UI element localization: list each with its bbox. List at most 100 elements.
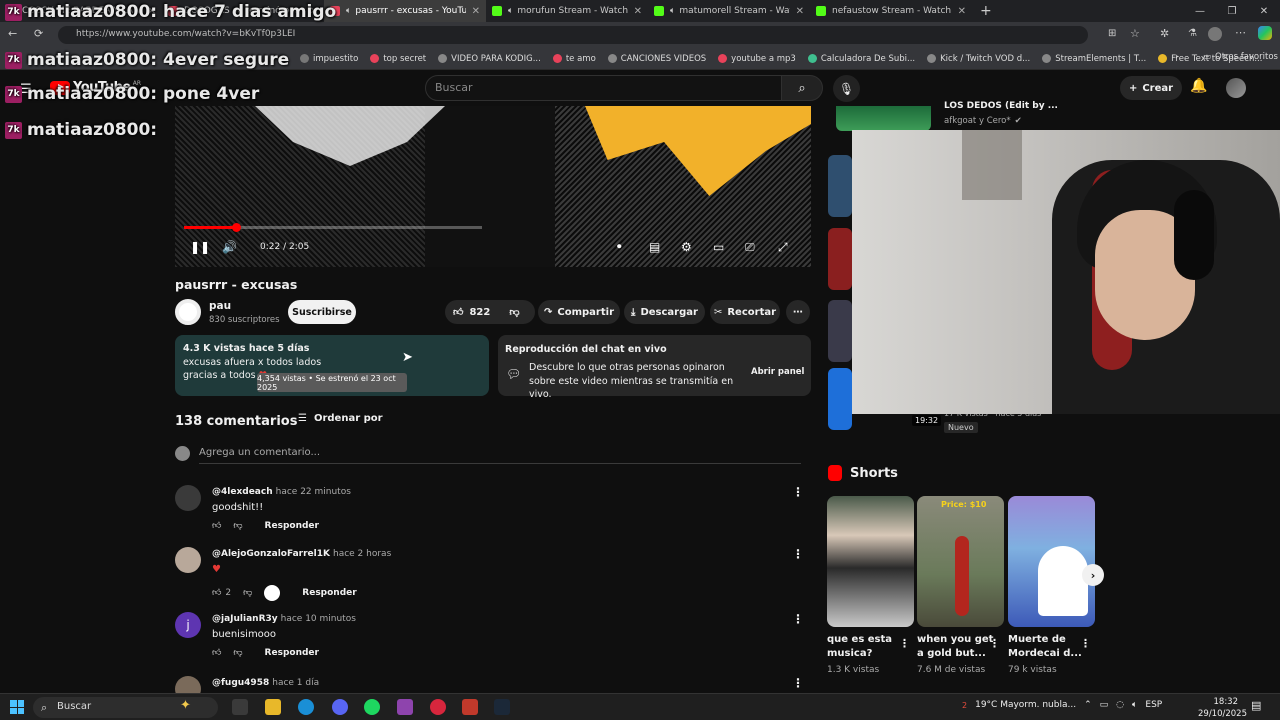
channel-name[interactable]: pau (209, 300, 231, 312)
add-comment-input[interactable]: Agrega un comentario... (199, 447, 320, 458)
comment-author[interactable]: @4lexdeach (212, 487, 273, 497)
browser-tab[interactable]: 🔈︎ matumorell Stream - Watch ✕ (648, 0, 810, 22)
short-thumbnail-2[interactable]: Price: $10 (917, 496, 1004, 627)
reload-icon[interactable]: ⟳ (34, 27, 43, 40)
bookmark-item[interactable]: Calculadora De Subi... (807, 54, 915, 64)
comment-menu-icon[interactable]: ⋮ (792, 547, 804, 561)
bookmark-item[interactable]: CANCIONES VIDEOS (607, 54, 706, 64)
copilot-icon[interactable] (1258, 26, 1272, 40)
short-title[interactable]: Muerte de Mordecai d... (1008, 633, 1082, 661)
comment-like-icon[interactable]: 👍︎ (212, 588, 221, 598)
extensions-icon[interactable]: ✲ (1160, 27, 1169, 40)
capcut-icon[interactable] (397, 699, 413, 715)
settings-gear-icon[interactable]: ⚙ (681, 240, 692, 254)
short-menu-icon[interactable]: ⋮ (899, 637, 910, 650)
bookmark-item[interactable]: impuestito (300, 54, 358, 64)
obs-icon[interactable] (430, 699, 446, 715)
minimize-icon[interactable]: — (1184, 6, 1216, 17)
weather-text[interactable]: 19°C Mayorm. nubla... (975, 700, 1076, 710)
comment-author[interactable]: @jaJulianR3y (212, 614, 278, 624)
comment-menu-icon[interactable]: ⋮ (792, 485, 804, 499)
short-menu-icon[interactable]: ⋮ (989, 637, 1000, 650)
short-title[interactable]: que es esta musica? (827, 633, 892, 661)
tab-close-icon[interactable]: ✕ (796, 6, 804, 17)
bookmark-item[interactable]: Kick / Twitch VOD d... (927, 54, 1030, 64)
subtitles-icon[interactable]: ▤ (649, 240, 660, 254)
tab-audio-icon[interactable]: 🔈︎ (670, 6, 675, 16)
comment-time[interactable]: hace 1 día (272, 678, 319, 688)
comment-avatar[interactable] (175, 485, 201, 511)
speaker-icon[interactable]: 🔈︎ (1132, 700, 1137, 710)
comment-avatar[interactable] (175, 547, 201, 573)
short-thumbnail-1[interactable] (827, 496, 914, 627)
comment-menu-icon[interactable]: ⋮ (792, 612, 804, 626)
autoplay-toggle[interactable]: ⏺ (617, 242, 622, 252)
spotify-icon[interactable] (364, 699, 380, 715)
windows-start-icon[interactable] (10, 700, 24, 714)
comment-time[interactable]: hace 2 horas (333, 549, 391, 559)
back-icon[interactable]: ← (8, 27, 17, 40)
flask-icon[interactable]: ⚗ (1188, 28, 1197, 39)
comment-dislike-icon[interactable]: 👎︎ (243, 588, 252, 598)
bookmark-item[interactable]: youtube a mp3 (718, 54, 796, 64)
tray-chevron-icon[interactable]: ⌃ (1084, 700, 1092, 710)
download-button[interactable]: ⤓ Descargar (624, 300, 705, 324)
subscribe-button[interactable]: Suscribirse (288, 300, 356, 324)
url-field[interactable]: https://www.youtube.com/watch?v=bKvTf0p3… (58, 26, 1088, 44)
related-video-channel[interactable]: afkgoat y Cero* ✔ (944, 116, 1022, 126)
shorts-next-button[interactable]: › (1082, 564, 1104, 586)
tab-close-icon[interactable]: ✕ (634, 6, 642, 17)
cast-icon[interactable]: ⎚ (745, 240, 755, 255)
short-title[interactable]: when you get a gold but... (917, 633, 993, 661)
other-bookmarks[interactable]: ▭ Otros favoritos (1203, 52, 1278, 62)
bookmark-item[interactable]: StreamElements | T... (1042, 54, 1146, 64)
volume-icon[interactable]: 🔊 (222, 240, 237, 254)
clock[interactable]: 18:32 29/10/2025 (1198, 696, 1247, 720)
notifications-bell-icon[interactable]: 🔔 (1190, 78, 1207, 94)
related-thumb-1[interactable] (828, 155, 852, 217)
bookmark-item[interactable]: te amo (552, 54, 596, 64)
voice-search-button[interactable]: 🎙 (833, 75, 860, 102)
close-window-icon[interactable]: ✕ (1248, 6, 1280, 17)
theater-mode-icon[interactable]: ▭ (713, 240, 724, 254)
language-indicator[interactable]: ESP (1145, 700, 1162, 710)
channel-avatar[interactable] (175, 299, 201, 325)
create-button[interactable]: + Crear (1120, 76, 1182, 100)
sort-comments-button[interactable]: ☰ Ordenar por (298, 413, 383, 424)
search-button[interactable]: ⌕ (781, 75, 823, 101)
search-input[interactable]: Buscar (425, 75, 782, 101)
battery-icon[interactable]: ▭ (1100, 700, 1109, 710)
discord-icon[interactable] (332, 699, 348, 715)
related-thumb-3[interactable] (828, 300, 852, 362)
maximize-icon[interactable]: ❐ (1216, 6, 1248, 17)
tab-audio-icon[interactable]: 🔈︎ (346, 6, 351, 16)
related-thumb-2[interactable] (828, 228, 852, 290)
share-button[interactable]: ↷ Compartir (538, 300, 620, 324)
wifi-icon[interactable]: ◌ (1116, 700, 1124, 710)
browser-tab[interactable]: nefaustow Stream - Watch Li ✕ (810, 0, 972, 22)
comment-avatar[interactable]: j (175, 612, 201, 638)
tab-audio-icon[interactable]: 🔈︎ (508, 6, 513, 16)
file-explorer-icon[interactable] (265, 699, 281, 715)
edge-browser-icon[interactable] (298, 699, 314, 715)
comment-like-icon[interactable]: 👍︎ (212, 648, 221, 658)
task-view-icon[interactable] (232, 699, 248, 715)
reply-button[interactable]: Responder (265, 648, 319, 658)
browser-tab[interactable]: 🔈︎ pausrrr - excusas - YouTube ✕ (324, 0, 486, 22)
short-menu-icon[interactable]: ⋮ (1080, 637, 1091, 650)
tab-close-icon[interactable]: ✕ (472, 6, 480, 17)
new-tab-icon[interactable]: + (980, 3, 992, 19)
clip-button[interactable]: ✂ Recortar (710, 300, 780, 324)
progress-bar[interactable] (184, 223, 482, 232)
steam-icon[interactable] (494, 699, 510, 715)
comment-dislike-icon[interactable]: 👎︎ (233, 648, 242, 658)
comment-dislike-icon[interactable]: 👎︎ (233, 521, 242, 531)
comment-like-icon[interactable]: 👍︎ (212, 521, 221, 531)
pause-icon[interactable]: ❚❚ (190, 240, 210, 254)
tab-close-icon[interactable]: ✕ (958, 6, 966, 17)
install-app-icon[interactable]: ⊞ (1108, 28, 1116, 39)
like-button[interactable]: 👍︎ 822 (453, 306, 490, 319)
comment-author[interactable]: @AlejoGonzaloFarrel1K (212, 549, 330, 559)
comment-time[interactable]: hace 22 minutos (276, 487, 351, 497)
comment-menu-icon[interactable]: ⋮ (792, 676, 804, 690)
